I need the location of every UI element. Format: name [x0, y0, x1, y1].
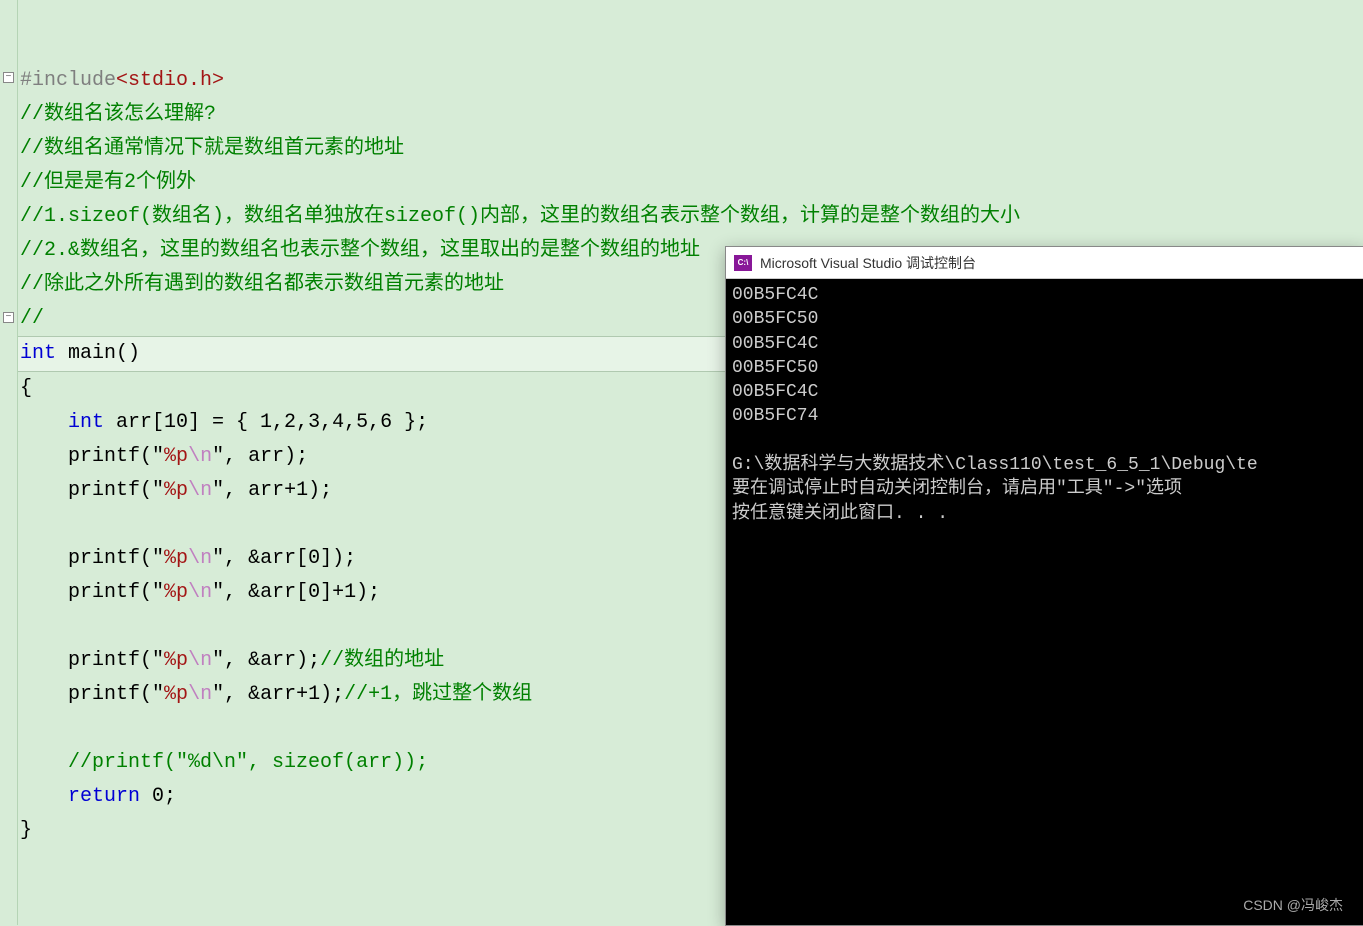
keyword-return: return: [68, 785, 140, 808]
output-line: 00B5FC50: [732, 309, 818, 329]
comment-line: //: [20, 307, 44, 330]
debug-console-window[interactable]: C:\ Microsoft Visual Studio 调试控制台 00B5FC…: [725, 246, 1363, 926]
fold-marker-icon[interactable]: −: [3, 72, 14, 83]
output-line: 00B5FC4C: [732, 382, 818, 402]
fn-printf: printf: [68, 445, 140, 468]
function-main: main(): [68, 342, 140, 365]
comment-line: //除此之外所有遇到的数组名都表示数组首元素的地址: [20, 273, 504, 296]
fn-printf: printf: [68, 479, 140, 502]
brace-close: }: [20, 819, 32, 842]
include-header: <stdio.h>: [116, 69, 224, 92]
fn-printf: printf: [68, 649, 140, 672]
comment-printf-sizeof: //printf("%d\n", sizeof(arr));: [68, 751, 428, 774]
gutter: − −: [0, 0, 18, 925]
keyword-int: int: [20, 342, 56, 365]
console-title: Microsoft Visual Studio 调试控制台: [760, 253, 976, 273]
comment-line: //但是是有2个例外: [20, 171, 196, 194]
arg-amp-arr: , &arr);: [224, 649, 320, 672]
include-directive: #include: [20, 69, 116, 92]
escape-seq: \n: [188, 445, 212, 468]
fold-marker-icon[interactable]: −: [3, 312, 14, 323]
arg-amp-arr-plus-1: , &arr+1);: [224, 683, 344, 706]
vs-console-icon: C:\: [734, 255, 752, 271]
console-titlebar[interactable]: C:\ Microsoft Visual Studio 调试控制台: [726, 247, 1363, 279]
output-line: G:\数据科学与大数据技术\Class110\test_6_5_1\Debug\…: [732, 455, 1258, 475]
output-line: 00B5FC50: [732, 358, 818, 378]
arg-amp-arr0-plus-1: , &arr[0]+1);: [224, 581, 380, 604]
output-line: 按任意键关闭此窗口. . .: [732, 504, 948, 524]
comment-line: //1.sizeof(数组名)，数组名单独放在sizeof()内部，这里的数组名…: [20, 205, 1020, 228]
arg-amp-arr0: , &arr[0]);: [224, 547, 356, 570]
keyword-int: int: [68, 411, 104, 434]
console-output[interactable]: 00B5FC4C 00B5FC50 00B5FC4C 00B5FC50 00B5…: [726, 279, 1363, 925]
output-line: 00B5FC4C: [732, 285, 818, 305]
fn-printf: printf: [68, 581, 140, 604]
watermark-text: CSDN @冯峻杰: [1243, 895, 1343, 915]
output-line: 要在调试停止时自动关闭控制台，请启用"工具"->"选项: [732, 479, 1182, 499]
fn-printf: printf: [68, 547, 140, 570]
arg-arr-plus-1: , arr+1);: [224, 479, 332, 502]
fmt-spec: %p: [164, 445, 188, 468]
array-decl: arr[10] = { 1,2,3,4,5,6 };: [104, 411, 428, 434]
arg-arr: , arr);: [224, 445, 308, 468]
comment-addr: //数组的地址: [320, 649, 444, 672]
brace-open: {: [20, 377, 32, 400]
comment-skip: //+1，跳过整个数组: [344, 683, 532, 706]
comment-line: //2.&数组名，这里的数组名也表示整个数组，这里取出的是整个数组的地址: [20, 239, 700, 262]
comment-line: //数组名通常情况下就是数组首元素的地址: [20, 137, 404, 160]
output-line: 00B5FC4C: [732, 334, 818, 354]
output-line: 00B5FC74: [732, 406, 818, 426]
return-zero: 0;: [140, 785, 176, 808]
comment-line: //数组名该怎么理解?: [20, 103, 216, 126]
fn-printf: printf: [68, 683, 140, 706]
